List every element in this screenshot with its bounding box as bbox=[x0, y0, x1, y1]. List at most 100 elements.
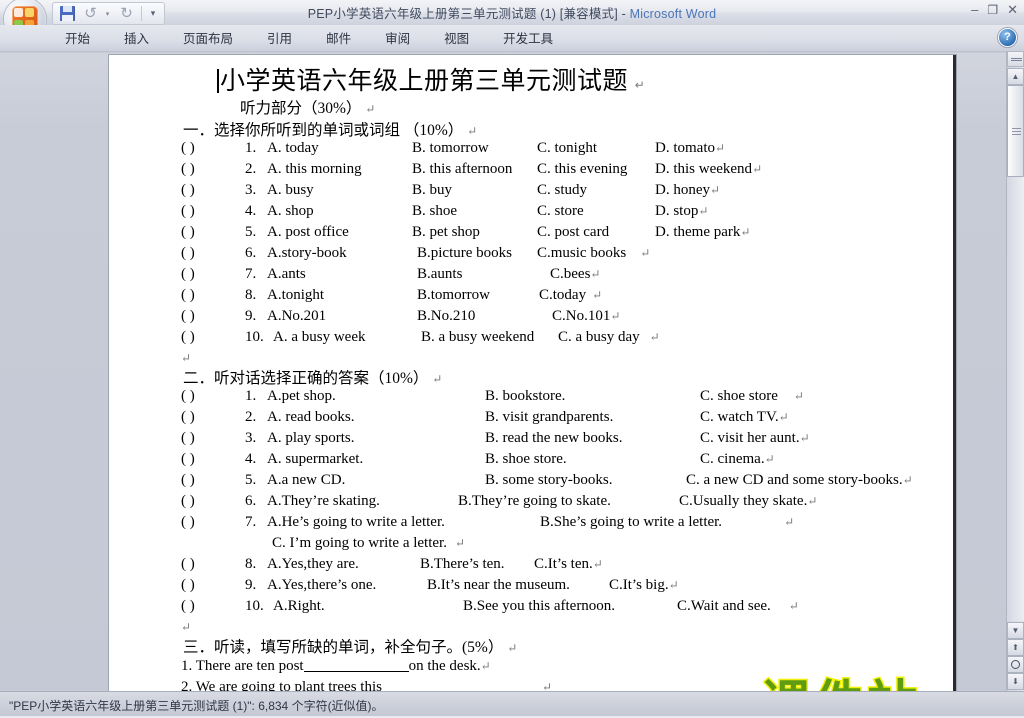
paragraph-mark: ↵ bbox=[715, 141, 726, 155]
customize-quick-access-button[interactable]: ▾ bbox=[146, 4, 160, 23]
circle-icon bbox=[1011, 660, 1020, 669]
paragraph-mark: ↵ bbox=[752, 162, 763, 176]
paragraph-mark: ↵ bbox=[710, 183, 721, 197]
document-page[interactable]: 小学英语六年级上册第三单元测试题 ↵ 听力部分（30%） ↵ 一．选择你所听到的… bbox=[109, 55, 956, 691]
table-row: ( ) 1. A. today B. tomorrow C. tonight D. tom… bbox=[181, 140, 726, 156]
status-bar: "PEP小学英语六年级上册第三单元测试题 (1)": 6,834 个字符(近似值… bbox=[0, 691, 1024, 718]
redo-button[interactable]: ↻ bbox=[116, 4, 137, 23]
paragraph-mark: ↵ bbox=[592, 288, 603, 302]
paragraph-mark: ↵ bbox=[902, 473, 913, 487]
empty-paragraph: ↵ bbox=[181, 620, 191, 635]
tab-view[interactable]: 视图 bbox=[427, 25, 486, 51]
paragraph-mark: ↵ bbox=[788, 599, 799, 613]
document-heading-text: 小学英语六年级上册第三单元测试题 bbox=[220, 68, 629, 95]
tab-review[interactable]: 审阅 bbox=[368, 25, 427, 51]
table-row: ( ) 5. A.a new CD. B. some story-books. C. a… bbox=[181, 472, 913, 488]
paragraph-mark: ↵ bbox=[778, 410, 789, 424]
section1-heading: 一．选择你所听到的单词或词组 （10%） ↵ bbox=[183, 118, 477, 140]
vertical-scrollbar[interactable]: ▲ ▼ ⬆ ⬇ bbox=[1006, 51, 1024, 691]
table-row: ( ) 8. A.Yes,they are. B.There’s ten. C.It’s… bbox=[181, 556, 603, 572]
tab-page-layout[interactable]: 页面布局 bbox=[166, 25, 250, 51]
scrollbar-thumb[interactable] bbox=[1007, 85, 1024, 177]
paragraph-mark: ↵ bbox=[365, 102, 376, 116]
section2-heading: 二．听对话选择正确的答案（10%） ↵ bbox=[183, 366, 442, 388]
split-window-button[interactable] bbox=[1007, 51, 1024, 67]
minimize-button[interactable]: – bbox=[971, 2, 978, 18]
fill-in-blank-suffix: on the desk. bbox=[408, 658, 481, 674]
paragraph-mark: ↵ bbox=[507, 641, 518, 655]
paragraph-mark: ↵ bbox=[541, 680, 553, 691]
paragraph-mark: ↵ bbox=[590, 267, 601, 281]
table-row: ( ) 5. A. post office B. pet shop C. post ca… bbox=[181, 224, 751, 240]
previous-page-button[interactable]: ⬆ bbox=[1007, 639, 1024, 656]
status-bar-text: "PEP小学英语六年级上册第三单元测试题 (1)": 6,834 个字符(近似值… bbox=[9, 699, 384, 713]
table-row: ( ) 10. A.Right. B.See you this afternoon. C… bbox=[181, 598, 799, 614]
document-content: 小学英语六年级上册第三单元测试题 ↵ 听力部分（30%） ↵ 一．选择你所听到的… bbox=[109, 55, 953, 691]
ribbon-tab-bar: 开始 插入 页面布局 引用 邮件 审阅 视图 开发工具 ? bbox=[0, 25, 1024, 52]
paragraph-mark: ↵ bbox=[668, 578, 679, 592]
paragraph-mark: ↵ bbox=[181, 351, 192, 365]
scroll-down-button[interactable]: ▼ bbox=[1007, 622, 1024, 639]
window-title-app: Microsoft Word bbox=[629, 7, 717, 21]
table-row: ( ) 9. A.No.201 B.No.210 C.No.101↵ bbox=[181, 308, 621, 324]
paragraph-mark: ↵ bbox=[592, 557, 603, 571]
chevron-down-icon: ▾ bbox=[150, 8, 156, 18]
paragraph-mark: ↵ bbox=[480, 659, 491, 673]
paragraph-mark: ↵ bbox=[698, 204, 709, 218]
table-row: ( ) 7. A.He’s going to write a letter. B.Sh… bbox=[181, 514, 795, 530]
word-application-window: ↺ ▾ ↻ ▾ PEP小学英语六年级上册第三单元测试题 (1) [兼容模式] -… bbox=[0, 0, 1024, 718]
close-button[interactable]: ✕ bbox=[1007, 2, 1018, 18]
table-row: ( ) 10. A. a busy week B. a busy weekend C. … bbox=[181, 329, 660, 345]
listening-part-header-text: 听力部分（30%） bbox=[240, 100, 362, 117]
undo-dropdown-button[interactable]: ▾ bbox=[103, 4, 114, 23]
paragraph-mark: ↵ bbox=[740, 225, 751, 239]
section2-heading-text: 二．听对话选择正确的答案（10%） bbox=[183, 370, 429, 387]
window-title-document: PEP小学英语六年级上册第三单元测试题 (1) [兼容模式] - bbox=[307, 7, 630, 21]
table-row: ( ) 1. A.pet shop. B. bookstore. C. shoe sto… bbox=[181, 388, 804, 404]
table-row: ( ) 2. A. read books. B. visit grandparents… bbox=[181, 409, 789, 425]
quick-access-toolbar: ↺ ▾ ↻ ▾ bbox=[52, 2, 165, 25]
table-row: ( ) 3. A. play sports. B. read the new book… bbox=[181, 430, 810, 446]
paragraph-mark: ↵ bbox=[467, 124, 478, 138]
blank-underline bbox=[303, 671, 409, 672]
restore-button[interactable]: ❐ bbox=[987, 2, 998, 18]
top-shadow-strip bbox=[0, 51, 1024, 54]
undo-button[interactable]: ↺ bbox=[80, 4, 101, 23]
table-row: ( ) 2. A. this morning B. this afternoon C. … bbox=[181, 161, 763, 177]
table-row: ( ) 7. A.ants B.aunts C.bees↵ bbox=[181, 266, 601, 282]
section1-heading-text: 一．选择你所听到的单词或词组 （10%） bbox=[183, 122, 464, 139]
paragraph-mark: ↵ bbox=[649, 330, 660, 344]
tab-home[interactable]: 开始 bbox=[48, 25, 107, 51]
document-heading: 小学英语六年级上册第三单元测试题 ↵ bbox=[217, 61, 645, 97]
fill-in-blank-prefix: 1. There are ten post bbox=[181, 658, 304, 674]
redo-icon: ↻ bbox=[120, 5, 133, 22]
help-icon[interactable]: ? bbox=[999, 29, 1016, 46]
save-button[interactable] bbox=[57, 4, 78, 23]
table-row: ( ) 3. A. busy B. buy C. study D. honey↵ bbox=[181, 182, 721, 198]
paragraph-mark: ↵ bbox=[784, 515, 795, 529]
undo-icon: ↺ bbox=[84, 5, 97, 22]
save-icon bbox=[60, 6, 75, 21]
tab-references[interactable]: 引用 bbox=[250, 25, 309, 51]
table-row: ( ) 4. A. shop B. shoe C. store D. stop↵ bbox=[181, 203, 709, 219]
paragraph-mark: ↵ bbox=[807, 494, 818, 508]
tab-insert[interactable]: 插入 bbox=[107, 25, 166, 51]
section3-heading-text: 三．听读，填写所缺的单词，补全句子。(5%） bbox=[183, 639, 504, 656]
paragraph-mark: ↵ bbox=[640, 246, 651, 260]
tab-mailings[interactable]: 邮件 bbox=[309, 25, 368, 51]
ribbon-tabs: 开始 插入 页面布局 引用 邮件 审阅 视图 开发工具 bbox=[48, 25, 570, 51]
paragraph-mark: ↵ bbox=[454, 536, 466, 550]
tab-developer[interactable]: 开发工具 bbox=[486, 25, 570, 51]
select-browse-object-button[interactable] bbox=[1007, 656, 1024, 673]
paragraph-mark: ↵ bbox=[634, 78, 646, 92]
toolbar-divider bbox=[141, 6, 142, 21]
fill-in-blank-line-2: 2. We are going to plant trees this ↵ bbox=[181, 680, 553, 692]
next-page-button[interactable]: ⬇ bbox=[1007, 673, 1024, 690]
table-row: ( ) 9. A.Yes,there’s one. B.It’s near the m… bbox=[181, 577, 679, 593]
paragraph-mark: ↵ bbox=[793, 389, 804, 403]
chevron-down-icon: ▾ bbox=[105, 10, 110, 18]
table-row: ( ) 6. A.They’re skating. B.They’re going t… bbox=[181, 493, 818, 509]
scroll-up-button[interactable]: ▲ bbox=[1007, 68, 1024, 85]
paragraph-mark: ↵ bbox=[432, 372, 443, 386]
empty-paragraph: ↵ bbox=[181, 351, 191, 366]
